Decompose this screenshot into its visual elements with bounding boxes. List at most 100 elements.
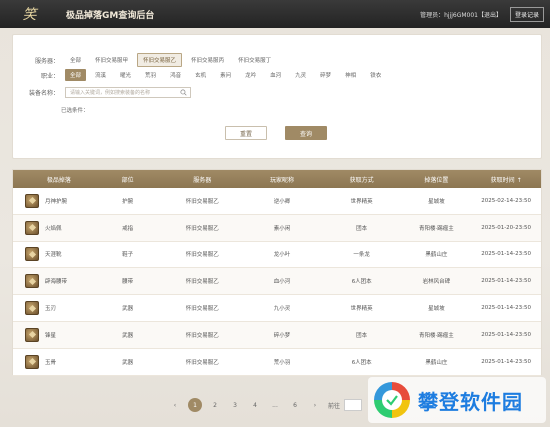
page-button[interactable]: 6	[288, 398, 302, 412]
player-cell: 龙小叶	[273, 252, 291, 259]
reset-button[interactable]: 重置	[225, 126, 267, 140]
equipment-search-input[interactable]: 请输入关键词，例如搜索装备的名称	[65, 87, 191, 98]
location-cell: 岩林风台碑	[422, 279, 451, 286]
equipment-icon	[25, 354, 39, 369]
time-cell: 2025-02-14-23:50	[481, 197, 532, 204]
slot-cell: 腰带	[122, 279, 134, 286]
location-cell: 星城坡	[428, 306, 445, 313]
top-bar: 笑 极品掉落GM查询后台 管理员：hjjj6GM001【退出】 登录记录	[0, 0, 550, 28]
server-option-bing[interactable]: 怀旧交易服丙	[186, 54, 229, 66]
app-title: 极品掉落GM查询后台	[66, 10, 155, 21]
server-cell: 怀旧交易服乙	[185, 225, 219, 232]
player-cell: 荒小羽	[273, 359, 291, 366]
profession-option[interactable]: 流溪	[90, 69, 111, 81]
profession-option[interactable]: 碎梦	[315, 69, 336, 81]
slot-cell: 武器	[122, 359, 134, 366]
server-option-yi[interactable]: 怀旧交易服乙	[137, 53, 183, 67]
time-cell: 2025-01-14-23:50	[481, 331, 532, 338]
profession-option[interactable]: 荒羽	[140, 69, 161, 81]
watermark-logo-icon	[374, 382, 410, 418]
search-icon[interactable]	[180, 89, 187, 96]
equipment-icon	[25, 247, 39, 262]
slot-cell: 戒指	[122, 225, 134, 232]
item-cell: 辟海腰带	[13, 274, 93, 289]
profession-option-all[interactable]: 全部	[65, 69, 87, 81]
prev-page-button[interactable]: ‹	[168, 398, 182, 412]
method-cell: 团本	[356, 225, 368, 232]
slot-cell: 武器	[122, 306, 134, 313]
profession-option[interactable]: 龙吟	[240, 69, 261, 81]
location-cell: 青阳楼·踢瘤主	[419, 332, 454, 339]
player-cell: 九小灵	[273, 306, 291, 313]
account-label[interactable]: 管理员：hjjj6GM001【退出】	[420, 10, 502, 19]
location-cell: 星城坡	[428, 198, 445, 205]
profession-option[interactable]: 九灵	[290, 69, 311, 81]
method-cell: 世界精英	[350, 306, 373, 313]
item-name: 月神护腕	[45, 198, 68, 205]
profession-option[interactable]: 神相	[340, 69, 361, 81]
equipment-icon	[25, 327, 39, 342]
time-cell: 2025-01-14-23:50	[481, 278, 532, 285]
login-record-button[interactable]: 登录记录	[509, 6, 544, 22]
server-option-all[interactable]: 全部	[65, 54, 86, 66]
goto-label: 前往	[328, 402, 341, 410]
table-row[interactable]: 锋星 武器 怀旧交易服乙 碎小梦 团本 青阳楼·踢瘤主 2025-01-14-2…	[13, 321, 541, 349]
profession-option[interactable]: 鸿音	[165, 69, 186, 81]
player-cell: 素小闲	[273, 225, 291, 232]
selected-conditions-row: 已选条件：	[61, 106, 89, 114]
page-button[interactable]: 3	[228, 398, 242, 412]
server-option-jia[interactable]: 怀旧交易服甲	[90, 54, 133, 66]
selected-conditions-label: 已选条件：	[61, 108, 89, 114]
method-cell: 6人团本	[351, 279, 372, 286]
column-header-player: 玩家昵称	[269, 176, 294, 184]
item-cell: 锋星	[13, 327, 93, 342]
table-body: 月神护腕 护腕 怀旧交易服乙 逆小卿 世界精英 星城坡 2025-02-14-2…	[13, 188, 541, 376]
server-option-ding[interactable]: 怀旧交易服丁	[233, 54, 276, 66]
profession-option[interactable]: 素问	[215, 69, 236, 81]
table-row[interactable]: 火焰佩 戒指 怀旧交易服乙 素小闲 团本 青阳楼·踢瘤主 2025-01-20-…	[13, 214, 541, 242]
player-cell: 血小河	[273, 279, 291, 286]
item-name: 火焰佩	[45, 225, 62, 232]
table-row[interactable]: 玉刃 武器 怀旧交易服乙 九小灵 世界精英 星城坡 2025-01-14-23:…	[13, 295, 541, 322]
method-cell: 一条龙	[353, 252, 370, 259]
column-header-item: 极品掉落	[46, 176, 71, 184]
slot-cell: 武器	[122, 332, 134, 339]
query-button[interactable]: 查询	[285, 126, 327, 140]
drop-results-table: 极品掉落 部位 服务器 玩家昵称 获取方式 掉落位置 获取时间 ↑ 月神护腕 护…	[12, 169, 542, 376]
page-ellipsis: ...	[272, 401, 278, 409]
equipment-icon	[25, 301, 39, 316]
column-header-time-sort[interactable]: 获取时间 ↑	[471, 175, 541, 184]
item-name: 玉骨	[45, 359, 57, 366]
slot-cell: 护腕	[122, 198, 134, 205]
location-cell: 黑鹤山庄	[425, 252, 448, 259]
item-name: 锋星	[45, 332, 57, 339]
equipment-filter-row: 装备名称： 请输入关键词，例如搜索装备的名称	[17, 87, 191, 98]
server-cell: 怀旧交易服乙	[185, 332, 219, 339]
next-page-button[interactable]: ›	[308, 398, 322, 412]
time-cell: 2025-01-14-23:50	[481, 305, 532, 312]
profession-option[interactable]: 玄机	[190, 69, 211, 81]
location-cell: 黑鹤山庄	[425, 359, 448, 366]
item-name: 玉刃	[45, 306, 57, 313]
time-cell: 2025-01-14-23:50	[481, 358, 532, 365]
equipment-search-placeholder: 请输入关键词，例如搜索装备的名称	[70, 90, 151, 96]
profession-option[interactable]: 血河	[265, 69, 286, 81]
profession-filter-row: 职业： 全部 流溪 曜光 荒羽 鸿音 玄机 素问 龙吟 血河 九灵 碎梦 神相 …	[17, 69, 390, 81]
server-cell: 怀旧交易服乙	[185, 306, 219, 313]
profession-option[interactable]: 铁衣	[365, 69, 386, 81]
equipment-filter-label: 装备名称：	[28, 90, 59, 97]
watermark-text: 攀登软件园	[418, 389, 523, 414]
equipment-icon	[25, 274, 39, 289]
table-row[interactable]: 玉骨 武器 怀旧交易服乙 荒小羽 6人团本 黑鹤山庄 2025-01-14-23…	[13, 348, 541, 376]
checkmark-icon	[382, 390, 402, 410]
table-row[interactable]: 月神护腕 护腕 怀旧交易服乙 逆小卿 世界精英 星城坡 2025-02-14-2…	[13, 188, 541, 215]
table-row[interactable]: 辟海腰带 腰带 怀旧交易服乙 血小河 6人团本 岩林风台碑 2025-01-14…	[13, 268, 541, 296]
table-row[interactable]: 天涯靴 鞋子 怀旧交易服乙 龙小叶 一条龙 黑鹤山庄 2025-01-14-23…	[13, 241, 541, 269]
page-button[interactable]: 4	[248, 398, 262, 412]
time-cell: 2025-01-14-23:50	[481, 251, 532, 258]
page-button[interactable]: 2	[208, 398, 222, 412]
equipment-icon	[25, 193, 39, 208]
profession-option[interactable]: 曜光	[115, 69, 136, 81]
page-button-current[interactable]: 1	[188, 398, 202, 412]
goto-page-input[interactable]	[344, 399, 363, 411]
